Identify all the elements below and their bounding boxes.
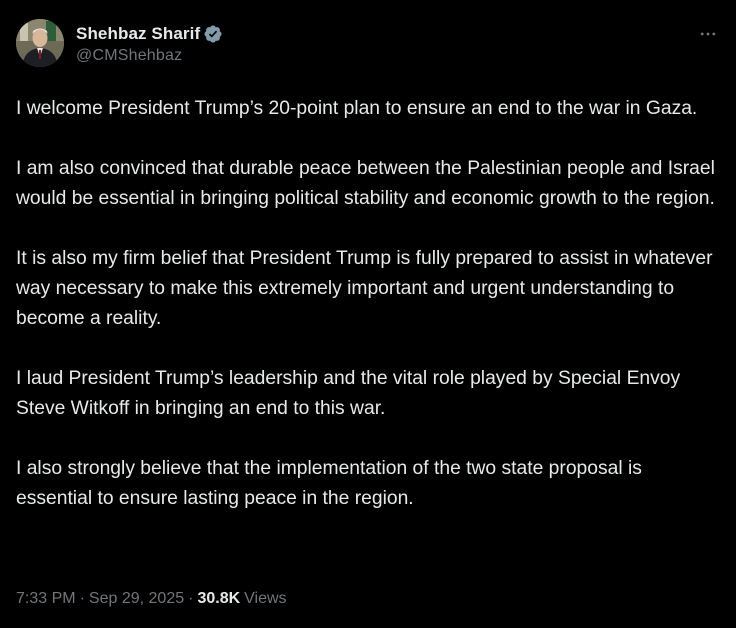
more-options-icon[interactable] <box>696 22 720 46</box>
tweet-header: Shehbaz Sharif @CMShehbaz <box>16 16 720 74</box>
display-name-row: Shehbaz Sharif <box>76 22 223 46</box>
tweet-meta: 7:33 PM · Sep 29, 2025 · 30.8K Views <box>16 590 287 608</box>
verified-badge-icon[interactable] <box>203 24 223 44</box>
tweet-card: Shehbaz Sharif @CMShehbaz I welcome Pres… <box>0 0 736 628</box>
views-label: Views <box>244 590 287 607</box>
tweet-paragraph: I welcome President Trump’s 20-point pla… <box>16 98 698 119</box>
meta-separator: · <box>188 590 194 607</box>
handle[interactable]: @CMShehbaz <box>76 47 223 65</box>
author-names: Shehbaz Sharif @CMShehbaz <box>76 22 223 65</box>
tweet-time[interactable]: 7:33 PM <box>16 590 76 608</box>
tweet-text: I welcome President Trump’s 20-point pla… <box>16 94 716 514</box>
tweet-paragraph: I also strongly believe that the impleme… <box>16 458 642 509</box>
avatar-image <box>16 19 64 67</box>
tweet-paragraph: It is also my firm belief that President… <box>16 248 713 329</box>
tweet-paragraph: I laud President Trump’s leadership and … <box>16 368 681 419</box>
tweet-paragraph: I am also convinced that durable peace b… <box>16 158 715 209</box>
display-name[interactable]: Shehbaz Sharif <box>76 24 200 44</box>
views-count: 30.8K <box>197 590 241 607</box>
avatar[interactable] <box>16 19 64 67</box>
tweet-date[interactable]: Sep 29, 2025 <box>89 590 184 608</box>
meta-separator: · <box>79 590 85 607</box>
